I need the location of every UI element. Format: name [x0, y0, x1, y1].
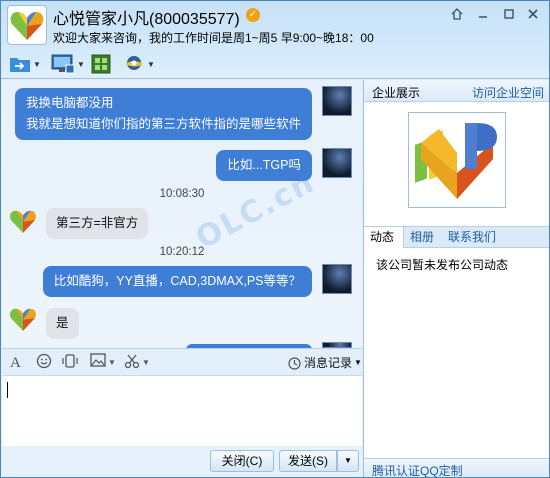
self-avatar[interactable] [322, 264, 352, 294]
verified-badge-icon: ✓ [246, 8, 260, 22]
tab-contact-us[interactable]: 联系我们 [442, 227, 502, 248]
business-icon [125, 56, 143, 70]
remote-desktop-icon [51, 54, 75, 74]
chat-window: 心悦管家小凡(800035577) ✓ 欢迎大家来咨询，我的工作时间是周1~周5… [0, 0, 550, 478]
emoji-icon[interactable] [36, 353, 52, 373]
self-avatar[interactable] [322, 148, 352, 178]
self-avatar[interactable] [322, 86, 352, 116]
message-bubble[interactable]: 比如酷狗，YY直播，CAD,3DMAX,PS等等？ [42, 266, 312, 297]
panel-footer: 腾讯认证QQ定制 [364, 458, 549, 477]
chevron-down-icon[interactable]: ▼ [77, 60, 85, 69]
minimize-icon[interactable] [473, 7, 493, 25]
company-logo-icon [415, 123, 497, 199]
message-timestamp: 10:20:12 [159, 246, 205, 258]
qq-certified-link[interactable]: 腾讯认证QQ定制 [372, 462, 463, 477]
message-bubble[interactable]: 我换电脑都没用 我就是想知道你们指的第三方软件指的是哪些软件 [14, 88, 312, 140]
message-history-button[interactable]: 消息记录 ▼ [288, 353, 362, 373]
panel-title: 企业展示 [372, 86, 421, 100]
message-text: 我换电脑都没用 [25, 96, 114, 110]
close-button[interactable]: 关闭(C) [210, 450, 274, 472]
message-input[interactable] [2, 376, 362, 446]
chevron-down-icon[interactable]: ▼ [142, 353, 150, 373]
toolbar: ▼ ▼ ▼ [1, 49, 549, 79]
heart-logo-icon [10, 12, 44, 40]
contact-name[interactable]: 心悦管家小凡(800035577) [53, 5, 240, 29]
panel-header: 企业展示 访问企业空间 [364, 80, 549, 102]
chevron-down-icon: ▼ [354, 358, 362, 367]
input-toolbar: A ▼ ▼ 消息记录 ▼ [2, 348, 362, 376]
skin-icon[interactable] [447, 7, 467, 25]
transfer-file-button[interactable]: ▼ [9, 53, 41, 75]
message-bubble[interactable]: 是 [46, 308, 79, 339]
chat-history[interactable]: 我换电脑都没用 我就是想知道你们指的第三方软件指的是哪些软件 比如...TGP吗… [2, 80, 362, 348]
remote-desktop-button[interactable]: ▼ [51, 53, 85, 75]
scissors-icon[interactable] [124, 353, 140, 373]
message-text: 我就是想知道你们指的第三方软件指的是哪些软件 [25, 117, 301, 131]
apps-icon [91, 54, 111, 74]
visit-company-space-link[interactable]: 访问企业空间 [472, 84, 544, 101]
panel-tabs: 动态 相册 联系我们 [364, 226, 549, 248]
history-label: 消息记录 [304, 356, 353, 370]
send-options-chevron-icon[interactable]: ▼ [337, 450, 359, 472]
chat-message-self: 比如酷狗，YY直播，CAD,3DMAX,PS等等？ [42, 266, 312, 297]
contact-avatar[interactable] [7, 5, 47, 45]
feed-empty-message: 该公司暂未发布公司动态 [376, 258, 509, 272]
heart-logo-icon [10, 308, 36, 331]
close-icon[interactable] [523, 7, 543, 25]
shake-icon[interactable] [62, 353, 78, 373]
clock-icon [288, 356, 301, 370]
action-bar: 关闭(C) 发送(S) ▼ [2, 446, 362, 477]
company-panel: 企业展示 访问企业空间 动态 相册 联系我们 该公司暂未发布公司动态 腾讯认证Q… [363, 80, 549, 477]
font-icon[interactable]: A [10, 353, 21, 373]
chevron-down-icon[interactable]: ▼ [33, 60, 41, 69]
tab-album[interactable]: 相册 [404, 227, 440, 248]
message-bubble[interactable]: 第三方=非官方 [46, 208, 149, 239]
transfer-file-icon [10, 58, 30, 72]
apps-button[interactable] [91, 53, 111, 75]
tab-feed[interactable]: 动态 [364, 227, 404, 248]
text-caret [7, 382, 8, 398]
chevron-down-icon[interactable]: ▼ [108, 353, 116, 373]
title-bar: 心悦管家小凡(800035577) ✓ 欢迎大家来咨询，我的工作时间是周1~周5… [1, 1, 549, 49]
contact-avatar-small[interactable] [8, 304, 38, 334]
chat-message-self: 我换电脑都没用 我就是想知道你们指的第三方软件指的是哪些软件 [14, 88, 312, 140]
image-icon[interactable] [90, 353, 106, 373]
maximize-icon[interactable] [499, 7, 519, 25]
chevron-down-icon[interactable]: ▼ [147, 60, 155, 69]
heart-logo-icon [10, 210, 36, 233]
business-button[interactable]: ▼ [123, 53, 155, 75]
contact-signature: 欢迎大家来咨询，我的工作时间是周1~周5 早9:00~晚18：00 [53, 31, 374, 45]
send-button[interactable]: 发送(S) [279, 450, 337, 472]
contact-avatar-small[interactable] [8, 206, 38, 236]
company-logo[interactable] [408, 112, 506, 208]
